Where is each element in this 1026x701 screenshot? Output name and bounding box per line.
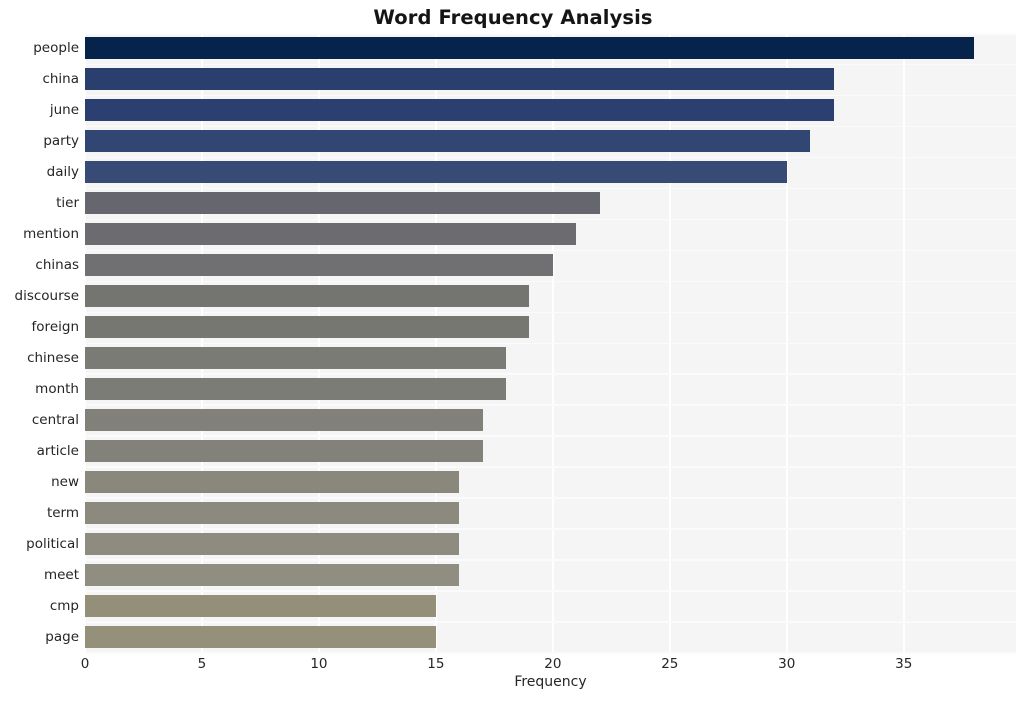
bar-foreign [85,316,530,339]
gridline-horizontal [85,249,1016,252]
bar-people [85,37,974,60]
bar-june [85,99,834,122]
bar-political [85,532,460,555]
bar-new [85,470,460,493]
gridline-horizontal [85,466,1016,468]
bar-chinas [85,254,553,277]
y-tick-label-chinese: chinese [27,349,79,366]
x-tick-label-20: 20 [544,656,562,672]
y-tick-label-chinas: chinas [35,257,79,274]
y-tick-label-month: month [35,380,79,397]
y-tick-label-new: new [51,473,79,490]
gridline-horizontal [85,187,1016,190]
x-tick-label-35: 35 [895,656,913,672]
x-tick-label-15: 15 [427,656,445,672]
gridline-horizontal [85,311,1016,314]
chart-title: Word Frequency Analysis [373,6,653,29]
y-tick-label-china: china [42,71,79,88]
gridline-horizontal [85,280,1016,283]
gridline-horizontal [85,621,1016,623]
bar-party [85,130,811,153]
y-tick-label-discourse: discourse [14,288,79,305]
x-tick-label-10: 10 [310,656,328,672]
y-axis-tick-labels: people china june party daily tier mention chin… [0,33,79,652]
x-axis-label: Frequency [514,674,587,690]
gridline-horizontal [85,218,1016,221]
bar-page [85,625,436,648]
bar-daily [85,161,787,184]
gridline-horizontal [85,125,1016,128]
bar-chinese [85,346,507,369]
y-tick-label-meet: meet [43,566,79,583]
bar-meet [85,563,460,586]
gridline-horizontal [85,33,1016,35]
x-tick-label-0: 0 [80,656,90,672]
y-tick-label-tier: tier [56,195,79,212]
bar-tier [85,192,600,215]
bar-cmp [85,594,436,617]
y-tick-label-mention: mention [23,226,79,243]
chart-figure: Word Frequency Analysis people china june p… [0,0,1026,701]
y-tick-label-central: central [31,411,79,428]
y-tick-label-daily: daily [46,164,79,181]
bar-month [85,377,507,400]
bar-mention [85,223,577,246]
bar-china [85,68,834,91]
y-tick-label-page: page [45,628,79,645]
y-tick-label-cmp: cmp [49,597,79,614]
bar-central [85,408,483,431]
plot-area [84,33,1016,654]
y-tick-label-people: people [33,40,79,57]
bar-article [85,439,483,462]
gridline-horizontal [85,94,1016,97]
gridline-horizontal [85,373,1016,375]
y-tick-label-article: article [36,442,79,459]
bar-discourse [85,285,530,308]
y-tick-label-political: political [26,535,79,552]
gridline-horizontal [85,156,1016,159]
y-tick-label-foreign: foreign [31,319,79,336]
bar-term [85,501,460,524]
gridline-horizontal [85,590,1016,592]
y-tick-label-june: june [49,102,79,119]
x-tick-label-25: 25 [661,656,679,672]
y-tick-label-term: term [46,504,79,521]
gridline-horizontal [85,404,1016,406]
x-tick-label-5: 5 [197,656,207,672]
gridline-horizontal [85,342,1016,344]
gridline-horizontal [85,559,1016,561]
gridline-horizontal [85,497,1016,499]
gridline-horizontal [85,63,1016,66]
x-tick-label-30: 30 [778,656,796,672]
gridline-horizontal [85,435,1016,437]
gridline-horizontal [85,528,1016,530]
y-tick-label-party: party [43,133,79,150]
